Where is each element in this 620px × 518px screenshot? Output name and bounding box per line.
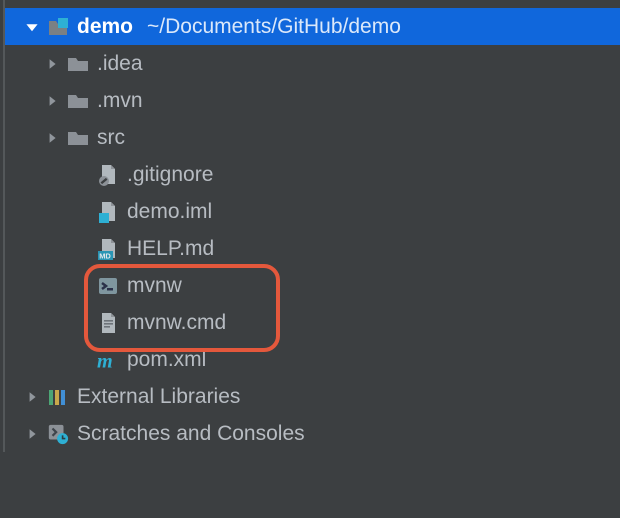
tree-item-label: External Libraries <box>77 385 240 409</box>
tree-item-label: demo.iml <box>127 200 212 224</box>
tree-item-help-md[interactable]: MD HELP.md <box>5 230 620 267</box>
tree-item-label: mvnw <box>127 274 182 298</box>
tree-item-label: .idea <box>97 52 143 76</box>
tree-item-label: HELP.md <box>127 237 214 261</box>
tree-item-iml[interactable]: demo.iml <box>5 193 620 230</box>
tree-item-label: .mvn <box>97 89 143 113</box>
chevron-right-icon[interactable] <box>17 427 47 441</box>
chevron-right-icon[interactable] <box>37 94 67 108</box>
tree-item-idea[interactable]: .idea <box>5 45 620 82</box>
scratches-icon <box>47 423 69 445</box>
chevron-right-icon[interactable] <box>17 390 47 404</box>
shell-script-icon <box>97 275 119 297</box>
module-file-icon <box>97 201 119 223</box>
tree-item-src[interactable]: src <box>5 119 620 156</box>
tree-item-scratches[interactable]: Scratches and Consoles <box>5 415 620 452</box>
tree-item-label: pom.xml <box>127 348 206 372</box>
tree-item-label: Scratches and Consoles <box>77 422 305 446</box>
chevron-right-icon[interactable] <box>37 131 67 145</box>
tree-item-label: mvnw.cmd <box>127 311 226 335</box>
project-tree[interactable]: demo ~/Documents/GitHub/demo .idea .mvn … <box>3 0 620 452</box>
tree-item-path: ~/Documents/GitHub/demo <box>147 15 401 39</box>
markdown-file-icon: MD <box>97 238 119 260</box>
tree-item-pom[interactable]: m pom.xml <box>5 341 620 378</box>
chevron-down-icon[interactable] <box>17 20 47 34</box>
module-folder-icon <box>47 16 69 38</box>
folder-icon <box>67 53 89 75</box>
svg-text:m: m <box>97 350 113 371</box>
folder-icon <box>67 90 89 112</box>
maven-file-icon: m <box>97 349 119 371</box>
tree-item-mvnw-cmd[interactable]: mvnw.cmd <box>5 304 620 341</box>
tree-item-label: demo <box>77 15 133 39</box>
library-icon <box>47 386 69 408</box>
tree-item-label: .gitignore <box>127 163 213 187</box>
tree-item-label: src <box>97 126 125 150</box>
folder-icon <box>67 127 89 149</box>
chevron-right-icon[interactable] <box>37 57 67 71</box>
tree-item-mvnw[interactable]: mvnw <box>5 267 620 304</box>
tree-item-external-libraries[interactable]: External Libraries <box>5 378 620 415</box>
svg-text:MD: MD <box>99 251 111 260</box>
text-file-icon <box>97 312 119 334</box>
tree-item-mvn[interactable]: .mvn <box>5 82 620 119</box>
ignored-file-icon <box>97 164 119 186</box>
tree-item-demo[interactable]: demo ~/Documents/GitHub/demo <box>5 8 620 45</box>
tree-item-gitignore[interactable]: .gitignore <box>5 156 620 193</box>
